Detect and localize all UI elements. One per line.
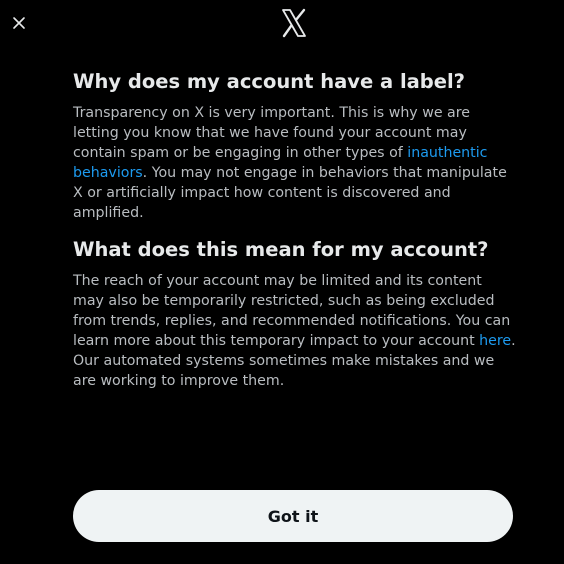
label-meaning-text-start: The reach of your account may be limited… [73, 273, 511, 349]
label-meaning-heading: What does this mean for my account? [73, 238, 489, 261]
label-reason-section: Why does my account have a label? Transp… [73, 68, 517, 223]
dialog-content: Why does my account have a label? Transp… [73, 68, 517, 391]
x-logo-icon [282, 8, 306, 38]
label-reason-text: Transparency on X is very important. Thi… [73, 103, 517, 223]
account-label-dialog: Why does my account have a label? Transp… [0, 0, 564, 564]
learn-more-here-link[interactable]: here [479, 333, 511, 349]
close-icon [13, 17, 25, 29]
label-meaning-section: What does this mean for my account? The … [73, 236, 517, 391]
got-it-button[interactable]: Got it [73, 490, 513, 542]
label-reason-heading: Why does my account have a label? [73, 70, 465, 93]
label-meaning-text: The reach of your account may be limited… [73, 271, 517, 391]
close-button[interactable] [6, 10, 32, 36]
